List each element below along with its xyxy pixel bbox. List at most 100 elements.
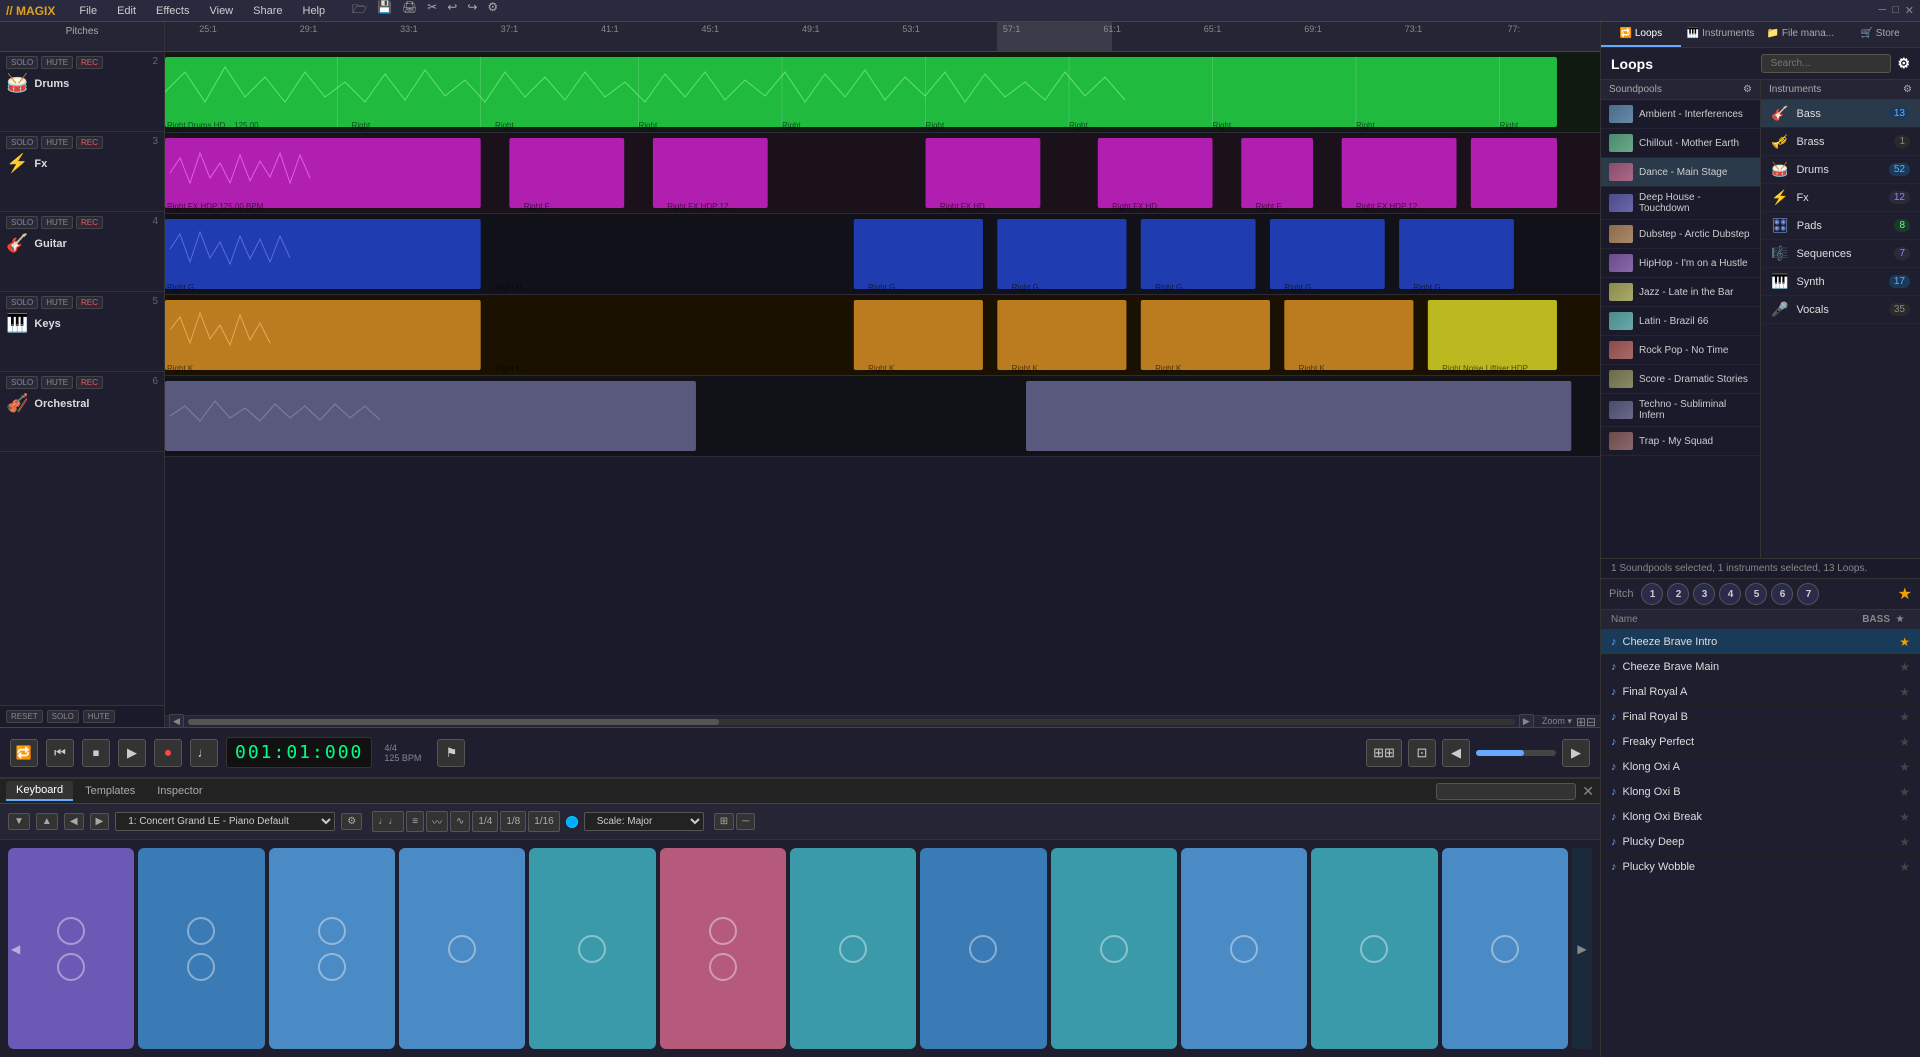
kb-ctrl2[interactable]: ≡: [406, 811, 424, 832]
keys-hute-btn[interactable]: HUTE: [41, 296, 73, 309]
key-pad-11[interactable]: [1311, 848, 1437, 1049]
right-tab-loops[interactable]: 🔁 Loops: [1601, 22, 1681, 47]
cut-icon[interactable]: ✂: [424, 0, 440, 22]
play-btn[interactable]: ▶: [118, 739, 146, 767]
zoom-out-btn[interactable]: ⊟: [1586, 715, 1596, 728]
menu-share[interactable]: Share: [249, 3, 286, 19]
loop-star-8[interactable]: ★: [1899, 835, 1910, 849]
kb-rctrl1[interactable]: ⊞: [714, 813, 734, 830]
drums-rec-btn[interactable]: REC: [76, 56, 103, 69]
loop-final-royal-a[interactable]: ♪ Final Royal A ★: [1601, 680, 1920, 705]
pitch-btn-1[interactable]: 1: [1641, 583, 1663, 605]
scroll-right-btn[interactable]: ▶: [1519, 714, 1534, 727]
reset-btn[interactable]: RESET: [6, 710, 43, 723]
right-tab-store[interactable]: 🛒 Store: [1840, 22, 1920, 47]
menu-effects[interactable]: Effects: [152, 3, 193, 19]
soundpool-rockpop[interactable]: Rock Pop - No Time: [1601, 336, 1760, 365]
menu-help[interactable]: Help: [299, 3, 330, 19]
kb-preset-select[interactable]: 1: Concert Grand LE - Piano Default: [115, 812, 335, 831]
soundpool-latin[interactable]: Latin - Brazil 66: [1601, 307, 1760, 336]
right-tab-instruments[interactable]: 🎹 Instruments: [1681, 22, 1761, 47]
soundpool-hiphop[interactable]: HipHop - I'm on a Hustle: [1601, 249, 1760, 278]
loop-star-9[interactable]: ★: [1899, 860, 1910, 874]
loop-star-0[interactable]: ★: [1899, 635, 1910, 649]
save-icon[interactable]: 💾: [374, 0, 395, 22]
kb-ctrl3[interactable]: 〰: [426, 811, 448, 832]
orch-rec-btn[interactable]: REC: [76, 376, 103, 389]
all-hute-btn[interactable]: HUTE: [83, 710, 115, 723]
soundpool-trap[interactable]: Trap - My Squad: [1601, 427, 1760, 456]
instrument-bass[interactable]: 🎸 Bass 13: [1761, 100, 1920, 128]
orch-solo-btn[interactable]: SOLO: [6, 376, 38, 389]
kb-ctrl5[interactable]: 1/4: [472, 811, 498, 832]
guitar-clips[interactable]: Right G... Right G... Right G... Right G…: [165, 214, 1600, 294]
window-close[interactable]: ✕: [1905, 4, 1914, 17]
soundpool-ambient[interactable]: Ambient - Interferences: [1601, 100, 1760, 129]
new-icon[interactable]: 🗁: [349, 0, 370, 22]
drums-hute-btn[interactable]: HUTE: [41, 56, 73, 69]
loops-settings-icon[interactable]: ⚙: [1897, 55, 1910, 72]
mixer-btn[interactable]: ⊞⊞: [1366, 739, 1402, 767]
vol-prev-btn[interactable]: ◀: [1442, 739, 1470, 767]
tab-keyboard[interactable]: Keyboard: [6, 781, 73, 801]
vol-next-btn[interactable]: ▶: [1562, 739, 1590, 767]
kb-ctrl7[interactable]: 1/16: [528, 811, 559, 832]
kb-settings-btn[interactable]: ⚙: [341, 813, 362, 830]
menu-edit[interactable]: Edit: [113, 3, 140, 19]
instrument-pads[interactable]: 🎛 Pads 8: [1761, 212, 1920, 240]
loop-star-1[interactable]: ★: [1899, 660, 1910, 674]
loop-star-6[interactable]: ★: [1899, 785, 1910, 799]
all-solo-btn[interactable]: SOLO: [47, 710, 79, 723]
volume-slider[interactable]: [1476, 750, 1556, 756]
soundpool-dubstep[interactable]: Dubstep - Arctic Dubstep: [1601, 220, 1760, 249]
scroll-track[interactable]: [188, 719, 1515, 725]
kb-prev-btn[interactable]: ◀: [64, 813, 84, 830]
tab-inspector[interactable]: Inspector: [147, 782, 212, 800]
key-pad-1[interactable]: ◀: [8, 848, 134, 1049]
guitar-hute-btn[interactable]: HUTE: [41, 216, 73, 229]
loop-star-3[interactable]: ★: [1899, 710, 1910, 724]
soundpool-dance[interactable]: Dance - Main Stage: [1601, 158, 1760, 187]
keyboard-close-btn[interactable]: ✕: [1582, 783, 1594, 800]
pitch-btn-3[interactable]: 3: [1693, 583, 1715, 605]
tab-templates[interactable]: Templates: [75, 782, 145, 800]
metronome-btn[interactable]: ♩: [190, 739, 218, 767]
loop-star-2[interactable]: ★: [1899, 685, 1910, 699]
guitar-rec-btn[interactable]: REC: [76, 216, 103, 229]
key-pad-2[interactable]: [138, 848, 264, 1049]
loop-klong-oxi-a[interactable]: ♪ Klong Oxi A ★: [1601, 755, 1920, 780]
key-pad-8[interactable]: [920, 848, 1046, 1049]
loop-star-4[interactable]: ★: [1899, 735, 1910, 749]
loop-cheeze-intro[interactable]: ♪ Cheeze Brave Intro ★: [1601, 630, 1920, 655]
kb-next-btn[interactable]: ▶: [90, 813, 110, 830]
loop-klong-oxi-b[interactable]: ♪ Klong Oxi B ★: [1601, 780, 1920, 805]
pitch-btn-5[interactable]: 5: [1745, 583, 1767, 605]
scroll-left-btn[interactable]: ◀: [169, 714, 184, 727]
pitch-btn-7[interactable]: 7: [1797, 583, 1819, 605]
key-pad-12[interactable]: [1442, 848, 1568, 1049]
loop-plucky-deep[interactable]: ♪ Plucky Deep ★: [1601, 830, 1920, 855]
loop-star-7[interactable]: ★: [1899, 810, 1910, 824]
right-tab-filemanager[interactable]: 📁 File mana...: [1761, 22, 1841, 47]
key-scroll-right[interactable]: ▶: [1572, 848, 1592, 1049]
key-pad-5[interactable]: [529, 848, 655, 1049]
menu-file[interactable]: File: [75, 3, 101, 19]
window-maximize[interactable]: □: [1892, 4, 1899, 17]
loop-star-5[interactable]: ★: [1899, 760, 1910, 774]
fx-clips[interactable]: Right FX.HDP 125.00 BPM Right F... Right…: [165, 133, 1600, 213]
loop-plucky-wobble[interactable]: ♪ Plucky Wobble ★: [1601, 855, 1920, 880]
drums-solo-btn[interactable]: SOLO: [6, 56, 38, 69]
instrument-vocals[interactable]: 🎤 Vocals 35: [1761, 296, 1920, 324]
rewind-btn[interactable]: ⏮: [46, 739, 74, 767]
kb-ctrl4[interactable]: ∿: [450, 811, 470, 832]
soundpool-chillout[interactable]: Chillout - Mother Earth: [1601, 129, 1760, 158]
kb-arrow-down[interactable]: ▼: [8, 813, 30, 830]
loop-final-royal-b[interactable]: ♪ Final Royal B ★: [1601, 705, 1920, 730]
keys-solo-btn[interactable]: SOLO: [6, 296, 38, 309]
key-pad-3[interactable]: [269, 848, 395, 1049]
instrument-drums[interactable]: 🥁 Drums 52: [1761, 156, 1920, 184]
key-pad-10[interactable]: [1181, 848, 1307, 1049]
fx-solo-btn[interactable]: SOLO: [6, 136, 38, 149]
menu-view[interactable]: View: [205, 3, 237, 19]
fx-rec-btn[interactable]: REC: [76, 136, 103, 149]
